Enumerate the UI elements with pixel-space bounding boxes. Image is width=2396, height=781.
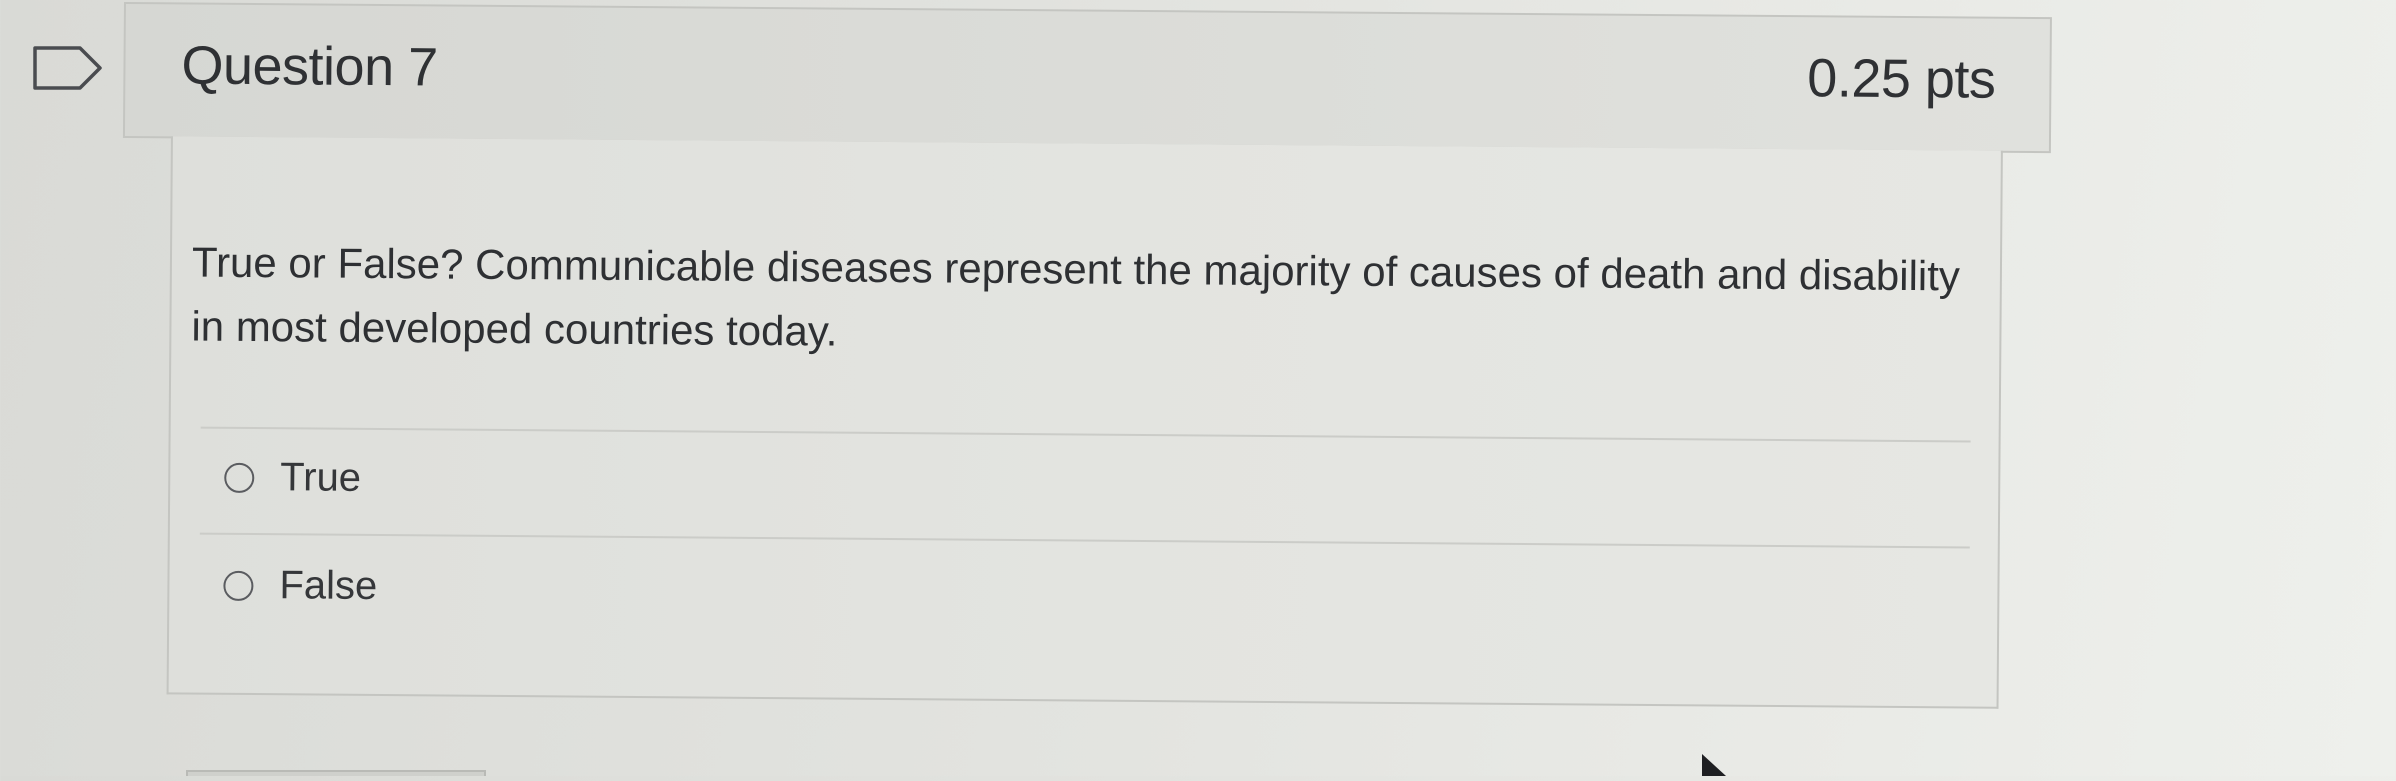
- question-text: True or False? Communicable diseases rep…: [191, 238, 1961, 355]
- answer-option-false[interactable]: False: [223, 563, 377, 609]
- question-title: Question 7: [181, 35, 438, 98]
- mouse-cursor-icon: [1700, 752, 1730, 776]
- answer-label-true: True: [280, 455, 362, 500]
- answer-label-false: False: [279, 563, 378, 609]
- bookmark-flag-icon[interactable]: [32, 44, 104, 92]
- answer-divider: [199, 532, 1970, 549]
- next-question-card-edge: [186, 770, 486, 776]
- question-points: 0.25 pts: [1807, 48, 1996, 110]
- radio-button-false[interactable]: [223, 570, 254, 601]
- question-card: Question 7 0.25 pts True or False? Commu…: [119, 2, 2054, 709]
- question-body: True or False? Communicable diseases rep…: [166, 136, 2003, 709]
- question-header: Question 7 0.25 pts: [122, 2, 2052, 154]
- radio-button-true[interactable]: [224, 462, 255, 493]
- answer-divider: [200, 426, 1971, 443]
- answer-option-true[interactable]: True: [224, 455, 361, 501]
